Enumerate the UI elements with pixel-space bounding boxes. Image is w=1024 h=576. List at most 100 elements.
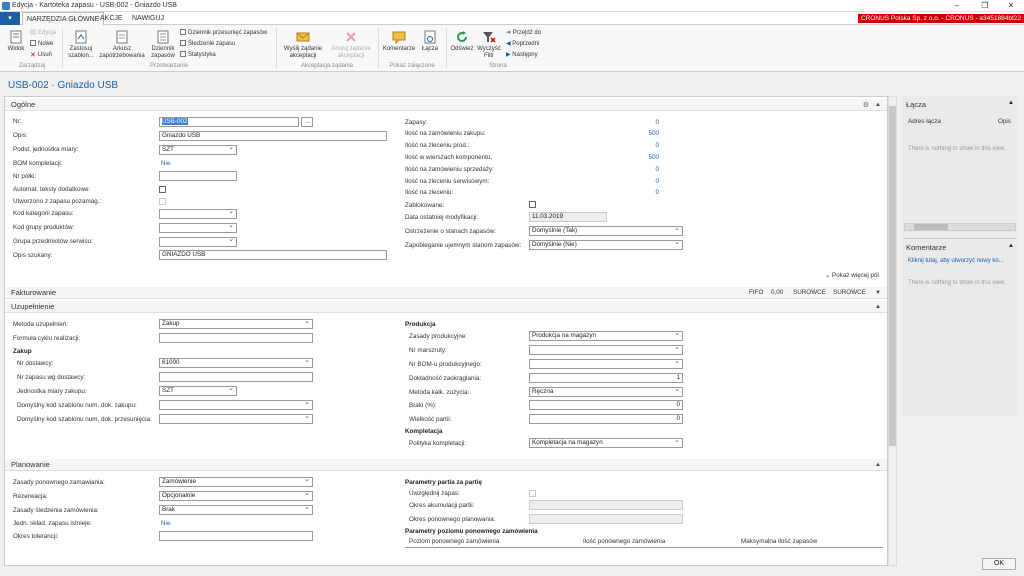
szab-przes-dropdown[interactable] — [159, 414, 313, 424]
opis-szuk-field[interactable]: GNIAZDO USB — [159, 250, 387, 260]
kod-grupy-dropdown[interactable] — [159, 223, 237, 233]
section-ogolne-header[interactable]: Ogólne ▲ ⚙ — [5, 99, 887, 112]
ribbon-separator — [446, 28, 447, 68]
sledzenie-dropdown[interactable]: Brak — [159, 505, 313, 515]
dokl-field[interactable]: 1 — [529, 373, 683, 383]
wielkosc-field[interactable]: 0 — [529, 414, 683, 424]
collapse-icon[interactable]: ▲ — [1008, 100, 1014, 106]
nr-field[interactable]: USB-002 — [159, 117, 299, 127]
data-mod-label: Data ostatniej modyfikacji: — [405, 214, 479, 221]
tab-narzedzia-glowne[interactable]: NARZĘDZIA GŁÓWNE — [22, 12, 105, 25]
rezerwacja-label: Rezerwacja: — [13, 493, 48, 500]
zam-sprz-value[interactable]: 0 — [629, 166, 659, 173]
zam-zak-value[interactable]: 500 — [629, 130, 659, 137]
sledzenie-label: Śledzenie zapasu — [188, 41, 236, 47]
dokl-label: Dokładność zaokrąglania: — [409, 375, 482, 382]
nr-assist-button[interactable]: ... — [301, 117, 313, 127]
dziennik-przesuniec-button[interactable]: Dziennik przesunięć zapasów — [180, 29, 267, 37]
zasady-dropdown[interactable]: Zamówienie — [159, 477, 313, 487]
okres-tol-field[interactable] — [159, 531, 313, 541]
maximize-button[interactable]: ❐ — [974, 0, 996, 11]
rezerwacja-dropdown[interactable]: Opcjonalnie — [159, 491, 313, 501]
formula-field[interactable] — [159, 333, 313, 343]
edycja-button[interactable]: Edycja — [30, 29, 56, 37]
zasady-prod-dropdown[interactable]: Produkcja na magazyn — [529, 331, 683, 341]
zakup-subheader: Zakup — [13, 348, 32, 355]
bom-prod-dropdown[interactable] — [529, 359, 683, 369]
tab-akcje[interactable]: AKCJE — [96, 12, 127, 25]
jedn-value[interactable]: Nie — [161, 520, 170, 527]
produkcja-subheader: Produkcja — [405, 321, 436, 328]
przejdz-do-button[interactable]: ➜ Przejdź do — [506, 29, 541, 37]
minimize-button[interactable]: – — [946, 0, 968, 11]
collapse-icon[interactable]: ▲ — [875, 301, 881, 313]
close-button[interactable]: ✕ — [1000, 0, 1022, 11]
polki-field[interactable] — [159, 171, 237, 181]
zam-sprz-label: Ilość na zamówieniu sprzedaży: — [405, 166, 494, 173]
jm-dropdown[interactable]: SZT — [159, 145, 237, 155]
komentarze-button[interactable]: Komentarze — [382, 30, 416, 53]
zablok-checkbox[interactable] — [529, 201, 536, 208]
zastosuj-szablon-button[interactable]: Zastosuj szablon... — [66, 30, 96, 60]
autom-checkbox[interactable] — [159, 186, 166, 193]
customize-icon[interactable]: ⚙ — [863, 100, 869, 112]
anuluj-zadanie-button[interactable]: Anuluj żądanie akceptacji — [328, 30, 374, 60]
bom-value[interactable]: Nie — [161, 160, 170, 167]
nastepny-button[interactable]: ▶ Następny — [506, 51, 538, 59]
wyslij-zadanie-button[interactable]: Wyślij żądanie akceptacji — [280, 30, 326, 60]
worksheet-icon — [116, 30, 128, 44]
braki-field[interactable]: 0 — [529, 400, 683, 410]
wiersz-komp-value[interactable]: 500 — [629, 154, 659, 161]
lacza-button[interactable]: Łącza — [418, 30, 442, 53]
zlec-prod-value[interactable]: 0 — [629, 142, 659, 149]
grupa-serw-dropdown[interactable] — [159, 237, 237, 247]
comment-icon — [392, 31, 406, 44]
nr-dost-dropdown[interactable]: 61000 — [159, 358, 313, 368]
nr-zap-dost-field[interactable] — [159, 372, 313, 382]
ok-button[interactable]: OK — [982, 558, 1016, 570]
sledzenie-label: Zasady śledzenia zamówienia: — [13, 507, 99, 514]
widok-button[interactable]: Widok — [4, 30, 28, 53]
expand-icon[interactable]: ▼ — [875, 287, 881, 299]
statystyka-button[interactable]: Statystyka — [180, 51, 216, 59]
pokaz-wiecej-link[interactable]: ⌄ Pokaż więcej pól — [825, 272, 879, 279]
zapasy-value[interactable]: 0 — [629, 119, 659, 126]
metoda-dropdown[interactable]: Zakup — [159, 319, 313, 329]
jm-zak-dropdown[interactable]: SZT — [159, 386, 237, 396]
collapse-icon[interactable]: ▲ — [875, 459, 881, 471]
kod-kat-dropdown[interactable] — [159, 209, 237, 219]
new-comment-link[interactable]: Kliknij tutaj, aby utworzyć nowy ko... — [908, 258, 1004, 264]
collapse-icon[interactable]: ▲ — [875, 99, 881, 111]
template-icon — [75, 30, 87, 44]
collapse-icon[interactable]: ▲ — [1008, 243, 1014, 249]
app-menu-button[interactable]: ▾ — [0, 12, 20, 25]
metoda-kalk-dropdown[interactable]: Ręczna — [529, 387, 683, 397]
nowe-button[interactable]: Nowe — [30, 40, 53, 48]
col-ilosc: Ilość ponownego zamówienia — [583, 538, 666, 545]
dziennik-zapasow-button[interactable]: Dziennik zapasów — [148, 30, 178, 60]
nowe-label: Nowe — [38, 41, 54, 47]
section-uzupelnienie-header[interactable]: Uzupełnienie ▲ — [5, 301, 887, 313]
dziennik-przes-label: Dziennik przesunięć zapasów — [188, 30, 268, 36]
wyczysc-filtr-button[interactable]: Wyczyść Filtr — [476, 30, 502, 60]
zapob-dropdown[interactable]: Domyślnie (Nie) — [529, 240, 683, 250]
zlec-value[interactable]: 0 — [629, 189, 659, 196]
sledzenie-zapasu-button[interactable]: Śledzenie zapasu — [180, 40, 235, 48]
scrollbar-thumb[interactable] — [889, 106, 896, 446]
marszruty-dropdown[interactable] — [529, 345, 683, 355]
ostrz-dropdown[interactable]: Domyślnie (Tak) — [529, 226, 683, 236]
usun-button[interactable]: ✕ Usuń — [30, 51, 52, 59]
poprzedni-button[interactable]: ◀ Poprzedni — [506, 40, 539, 48]
szab-zak-label: Domyślny kod szablonu num. dok. zakupu: — [17, 402, 137, 409]
zlec-serw-value[interactable]: 0 — [629, 178, 659, 185]
opis-label: Opis: — [13, 132, 28, 139]
opis-field[interactable]: Gniazdo USB — [159, 131, 387, 141]
section-fakturowanie-header[interactable]: Fakturowanie FIFO 0,00 SUROWCE SUROWCE ▼ — [5, 287, 887, 299]
polityka-dropdown[interactable]: Kompletacja na magazyn — [529, 438, 683, 448]
odswiez-button[interactable]: Odśwież — [450, 30, 474, 53]
tab-nawiguj[interactable]: NAWIGUJ — [128, 12, 168, 25]
side-hscroll-thumb[interactable] — [914, 224, 948, 230]
szab-zak-dropdown[interactable] — [159, 400, 313, 410]
arkusz-zapotrzebowania-button[interactable]: Arkusz zapotrzebowania — [98, 30, 146, 60]
section-planowanie-header[interactable]: Planowanie ▲ — [5, 459, 887, 471]
